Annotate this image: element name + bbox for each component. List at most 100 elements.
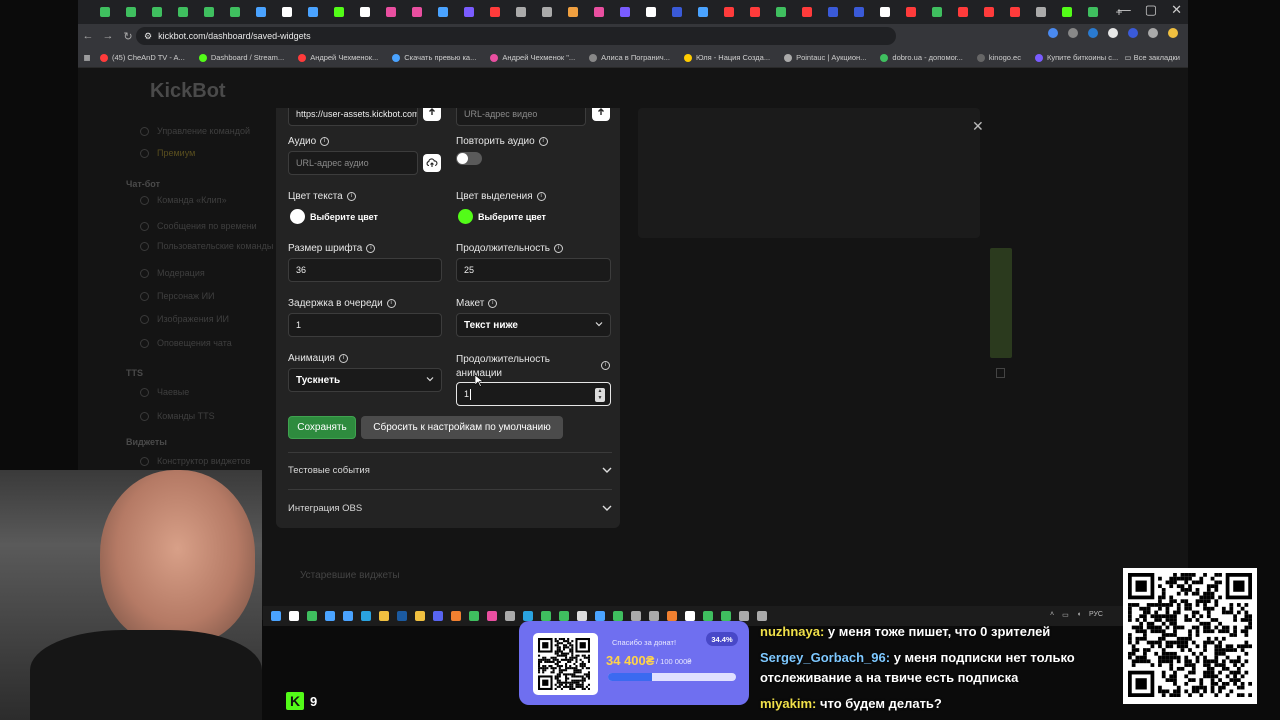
- minimize-button[interactable]: —: [1118, 2, 1131, 18]
- taskbar-app-icon[interactable]: [307, 611, 317, 621]
- widget-thumbnail[interactable]: [990, 248, 1012, 358]
- browser-tab[interactable]: [794, 0, 820, 24]
- browser-tab[interactable]: [456, 0, 482, 24]
- browser-tab[interactable]: [352, 0, 378, 24]
- browser-tab[interactable]: [274, 0, 300, 24]
- browser-tab[interactable]: [196, 0, 222, 24]
- highlight-color-picker-button[interactable]: Выберите цвет: [478, 212, 546, 222]
- browser-tab[interactable]: [612, 0, 638, 24]
- taskbar-app-icon[interactable]: [523, 611, 533, 621]
- browser-tab[interactable]: [742, 0, 768, 24]
- trash-icon[interactable]: [996, 368, 1005, 378]
- bookmark-item[interactable]: Скачать превью ка...: [392, 53, 476, 62]
- highlight-color-swatch[interactable]: [458, 209, 473, 224]
- browser-tab[interactable]: [716, 0, 742, 24]
- taskbar-app-icon[interactable]: [451, 611, 461, 621]
- sidebar-item[interactable]: Сообщения по времени: [140, 221, 257, 231]
- taskbar-app-icon[interactable]: [541, 611, 551, 621]
- extension-icon[interactable]: [1068, 28, 1078, 38]
- sidebar-item[interactable]: Пользовательские команды: [140, 241, 273, 251]
- apps-grid-icon[interactable]: ▦: [78, 53, 96, 62]
- text-color-swatch[interactable]: [290, 209, 305, 224]
- taskbar-app-icon[interactable]: [685, 611, 695, 621]
- bookmark-item[interactable]: Pointauc | Аукцион...: [784, 53, 866, 62]
- reset-defaults-button[interactable]: Сбросить к настройкам по умолчанию: [361, 416, 563, 439]
- taskbar-app-icon[interactable]: [325, 611, 335, 621]
- browser-tab[interactable]: [768, 0, 794, 24]
- text-color-picker-button[interactable]: Выберите цвет: [310, 212, 378, 222]
- browser-tab[interactable]: [820, 0, 846, 24]
- browser-tab[interactable]: [690, 0, 716, 24]
- taskbar-app-icon[interactable]: [469, 611, 479, 621]
- accordion-obs-integration[interactable]: Интеграция OBS: [288, 491, 612, 525]
- browser-tab[interactable]: [430, 0, 456, 24]
- browser-tab[interactable]: [846, 0, 872, 24]
- taskbar-app-icon[interactable]: [721, 611, 731, 621]
- browser-tab[interactable]: [534, 0, 560, 24]
- info-icon[interactable]: i: [554, 244, 563, 253]
- browser-tab[interactable]: [378, 0, 404, 24]
- sidebar-item[interactable]: Персонаж ИИ: [140, 291, 215, 301]
- browser-tab[interactable]: [300, 0, 326, 24]
- number-stepper[interactable]: ▲ ▼: [595, 388, 605, 402]
- url-input[interactable]: ⚙ kickbot.com/dashboard/saved-widgets: [136, 27, 896, 45]
- sidebar-item[interactable]: Чаевые: [140, 387, 189, 397]
- network-icon[interactable]: ▭: [1062, 611, 1069, 619]
- info-icon[interactable]: i: [320, 137, 330, 146]
- tray-up-arrow-icon[interactable]: ˄: [1050, 611, 1054, 619]
- extension-icon[interactable]: [1148, 28, 1158, 38]
- extension-icon[interactable]: [1128, 28, 1138, 38]
- browser-tab[interactable]: [404, 0, 430, 24]
- bookmark-item[interactable]: Андрей Чехменок...: [298, 53, 378, 62]
- language-indicator[interactable]: РУС: [1089, 611, 1103, 619]
- info-icon[interactable]: i: [601, 361, 610, 370]
- browser-tab[interactable]: [950, 0, 976, 24]
- browser-tab[interactable]: [872, 0, 898, 24]
- taskbar-app-icon[interactable]: [433, 611, 443, 621]
- bookmark-item[interactable]: (45) ChеAnD TV - A...: [100, 53, 185, 62]
- taskbar-app-icon[interactable]: [595, 611, 605, 621]
- taskbar-app-icon[interactable]: [757, 611, 767, 621]
- bookmark-item[interactable]: Dashboard / Stream...: [198, 53, 284, 62]
- browser-tab[interactable]: [248, 0, 274, 24]
- bookmark-item[interactable]: Андрей Чехменок "...: [490, 53, 575, 62]
- browser-tab[interactable]: [560, 0, 586, 24]
- audio-url-input[interactable]: URL-адрес аудио: [288, 151, 418, 175]
- bookmark-item[interactable]: kinogo.ec: [976, 53, 1021, 62]
- taskbar-app-icon[interactable]: [343, 611, 353, 621]
- browser-tab[interactable]: [482, 0, 508, 24]
- extension-icon[interactable]: [1048, 28, 1058, 38]
- accordion-test-events[interactable]: Тестовые события: [288, 453, 612, 487]
- browser-tab[interactable]: [586, 0, 612, 24]
- all-bookmarks-button[interactable]: ▭ Все закладки: [1124, 53, 1180, 62]
- extension-icon[interactable]: [1108, 28, 1118, 38]
- taskbar-app-icon[interactable]: [667, 611, 677, 621]
- browser-tab[interactable]: [976, 0, 1002, 24]
- reload-icon[interactable]: ↻: [118, 30, 138, 43]
- info-icon[interactable]: i: [366, 244, 376, 253]
- sidebar-item[interactable]: Премиум: [140, 148, 195, 158]
- sidebar-item[interactable]: Команды TTS: [140, 411, 215, 421]
- browser-tab[interactable]: [1054, 0, 1080, 24]
- repeat-audio-toggle[interactable]: [456, 152, 482, 165]
- extension-icon[interactable]: [1088, 28, 1098, 38]
- browser-tab[interactable]: [144, 0, 170, 24]
- sidebar-item[interactable]: Модерация: [140, 268, 205, 278]
- browser-tab[interactable]: [1080, 0, 1106, 24]
- bookmark-item[interactable]: Юля - Нация Созда...: [683, 53, 770, 62]
- taskbar-app-icon[interactable]: [703, 611, 713, 621]
- back-icon[interactable]: ←: [78, 30, 98, 42]
- taskbar-app-icon[interactable]: [397, 611, 407, 621]
- image-url-input[interactable]: https://user-assets.kickbot.com/: [288, 108, 418, 126]
- browser-tab[interactable]: [898, 0, 924, 24]
- browser-tab[interactable]: [1028, 0, 1054, 24]
- taskbar-app-icon[interactable]: [649, 611, 659, 621]
- sidebar-item[interactable]: Изображения ИИ: [140, 314, 229, 324]
- site-info-icon[interactable]: ⚙: [144, 31, 152, 42]
- sidebar-item[interactable]: Оповещения чата: [140, 338, 232, 348]
- forward-icon[interactable]: →: [98, 30, 118, 42]
- save-button[interactable]: Сохранять: [288, 416, 356, 439]
- browser-tab[interactable]: [924, 0, 950, 24]
- profile-avatar[interactable]: [1168, 28, 1178, 38]
- upload-image-button[interactable]: [423, 108, 441, 121]
